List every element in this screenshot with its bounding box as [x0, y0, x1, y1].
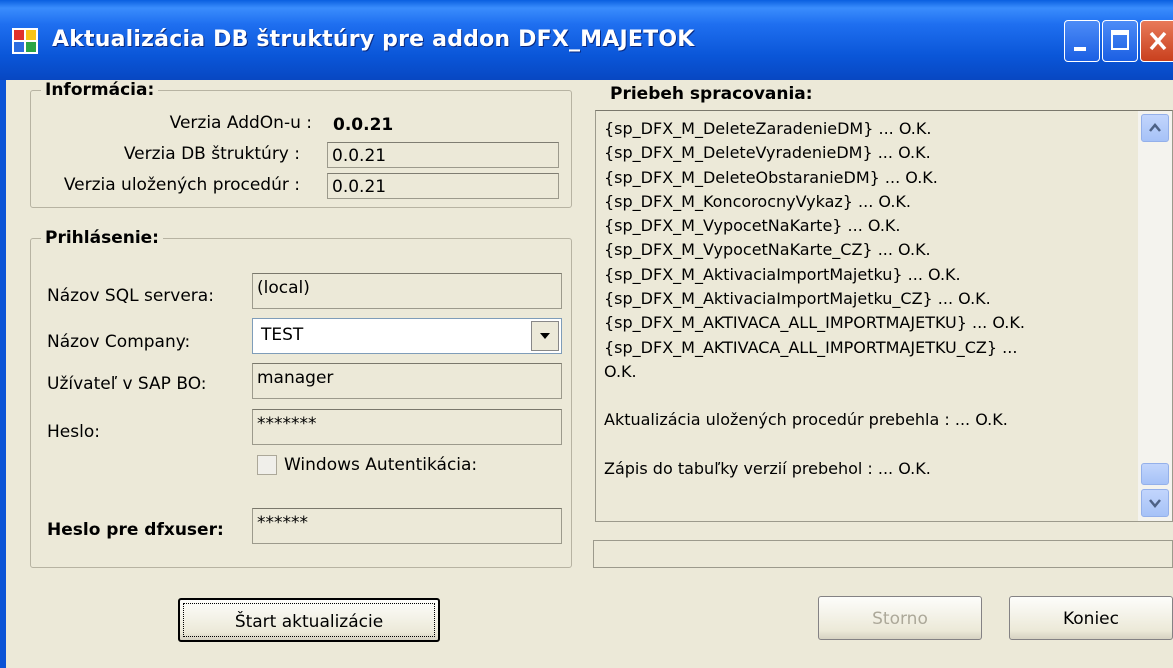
scroll-down-button[interactable] [1141, 489, 1169, 517]
windows-auth-label: Windows Autentikácia: [284, 455, 478, 475]
window-title: Aktualizácia DB štruktúry pre addon DFX_… [52, 27, 695, 52]
status-bar [593, 540, 1173, 568]
sap-user-field[interactable]: manager [252, 363, 562, 399]
title-bar[interactable]: Aktualizácia DB štruktúry pre addon DFX_… [0, 0, 1173, 80]
log-line: {sp_DFX_M_VypocetNaKarte} ... O.K. [604, 216, 901, 236]
info-legend: Informácia: [45, 80, 155, 100]
start-update-button[interactable]: Štart aktualizácie [178, 598, 440, 642]
company-label: Názov Company: [47, 332, 191, 352]
db-structure-version-value: 0.0.21 [327, 142, 559, 168]
company-dropdown-button[interactable] [531, 321, 559, 351]
maximize-button[interactable] [1102, 20, 1138, 62]
scroll-up-icon [1149, 123, 1161, 132]
log-line: {sp_DFX_M_DeleteZaradenieDM} ... O.K. [604, 119, 932, 138]
log-line: {sp_DFX_M_DeleteVyradenieDM} ... O.K. [604, 143, 931, 163]
log-line: {sp_DFX_M_VypocetNaKarte_CZ} ... O.K. [604, 240, 931, 260]
update-dialog-window: Aktualizácia DB štruktúry pre addon DFX_… [0, 0, 1173, 668]
progress-log-lines: {sp_DFX_M_DeleteZaradenieDM} ... O.K. {s… [604, 117, 1104, 481]
stored-procedures-version-value: 0.0.21 [327, 173, 559, 199]
progress-heading: Priebeh spracovania: [610, 84, 813, 104]
company-selected-value: TEST [261, 325, 304, 345]
log-line: {sp_DFX_M_DeleteObstaranieDM} ... O.K. [604, 167, 938, 187]
progress-log[interactable]: {sp_DFX_M_DeleteZaradenieDM} ... O.K. {s… [595, 110, 1173, 522]
log-line: Zápis do tabuľky verzií prebehol : ... O… [604, 458, 931, 478]
chevron-down-icon [540, 333, 550, 339]
dfx-password-label: Heslo pre dfxuser: [47, 520, 224, 540]
log-line: {sp_DFX_M_AKTIVACA_ALL_IMPORTMAJETKU_CZ}… [604, 337, 1018, 357]
window-left-border [0, 80, 6, 668]
password-label: Heslo: [47, 422, 100, 442]
app-window-icon [12, 28, 38, 54]
scroll-thumb[interactable] [1141, 463, 1169, 485]
stored-procedures-version-label: Verzia uložených procedúr : [63, 175, 300, 195]
sql-server-label: Názov SQL servera: [47, 286, 214, 306]
company-select[interactable]: TEST [252, 318, 562, 354]
dfx-password-field[interactable]: ****** [252, 508, 562, 544]
addon-version-value: 0.0.21 [333, 115, 394, 135]
log-scrollbar[interactable] [1138, 111, 1172, 521]
maximize-icon [1111, 30, 1129, 50]
log-line: {sp_DFX_M_KoncorocnyVykaz} ... O.K. [604, 191, 911, 211]
addon-version-label: Verzia AddOn-u : [169, 113, 312, 133]
password-field[interactable]: ******* [252, 409, 562, 445]
cancel-button[interactable]: Storno [818, 596, 982, 640]
db-structure-version-label: Verzia DB štruktúry : [123, 144, 300, 164]
login-legend: Prihlásenie: [45, 228, 159, 248]
sql-server-field[interactable]: (local) [252, 273, 562, 309]
sap-user-label: Užívateľ v SAP BO: [47, 374, 207, 394]
log-line: Aktualizácia uložených procedúr prebehla… [604, 410, 1008, 430]
log-line: {sp_DFX_M_AktivaciaImportMajetku} ... O.… [604, 264, 961, 284]
windows-auth-checkbox[interactable] [257, 455, 277, 475]
minimize-button[interactable] [1064, 20, 1100, 62]
scroll-up-button[interactable] [1141, 114, 1169, 142]
scroll-down-icon [1149, 499, 1161, 508]
log-line: {sp_DFX_M_AktivaciaImportMajetku_CZ} ...… [604, 289, 991, 309]
log-line: {sp_DFX_M_AKTIVACA_ALL_IMPORTMAJETKU} ..… [604, 313, 1025, 333]
close-dialog-button[interactable]: Koniec [1009, 596, 1173, 640]
log-line: O.K. [604, 361, 637, 381]
close-button[interactable] [1140, 20, 1173, 62]
minimize-icon [1074, 47, 1086, 51]
close-icon [1149, 31, 1167, 51]
